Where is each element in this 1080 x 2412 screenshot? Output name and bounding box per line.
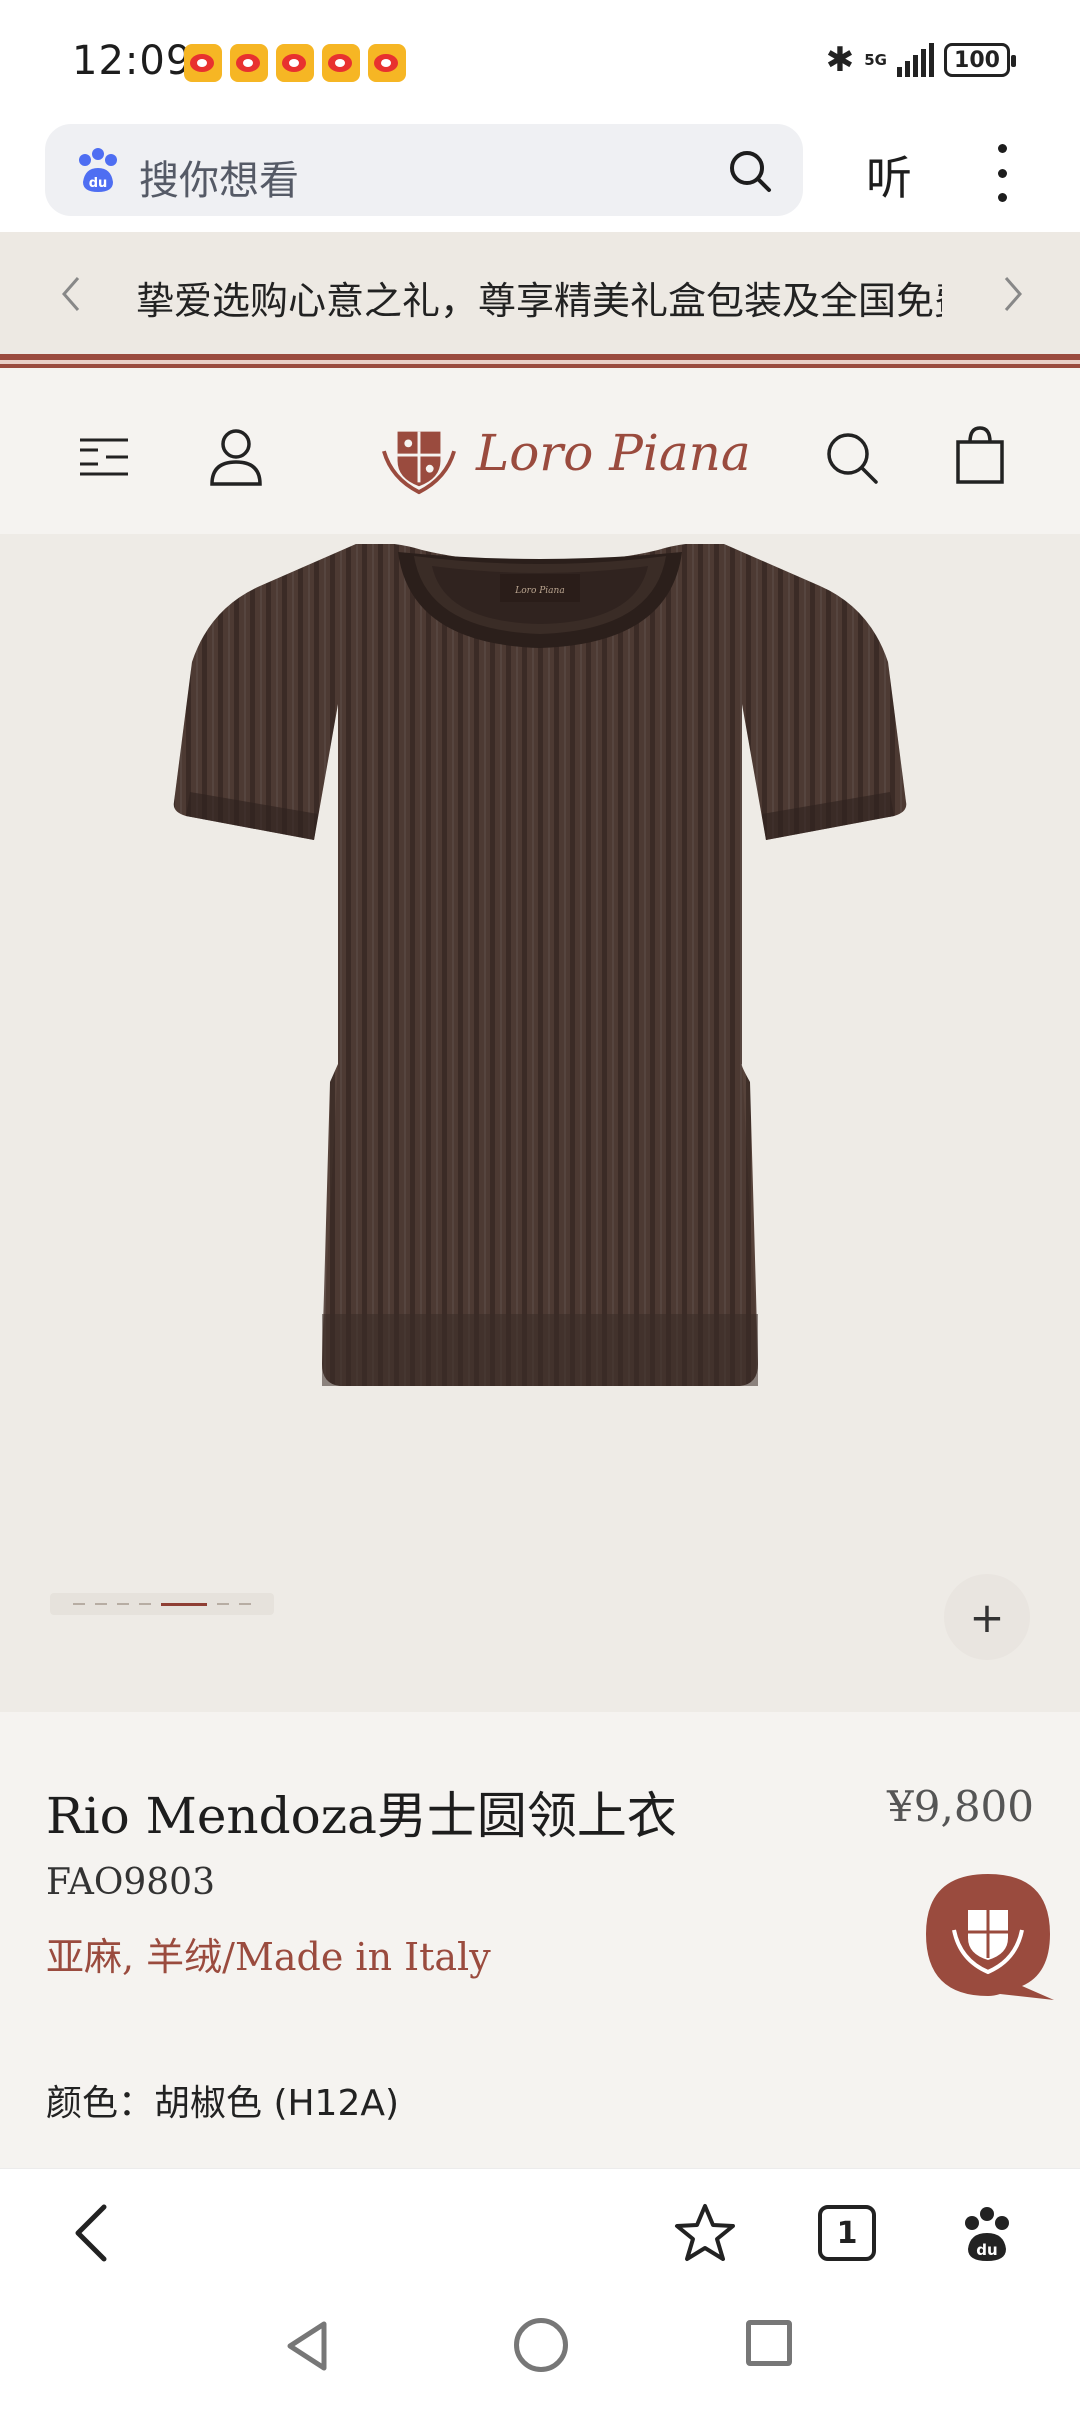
bag-icon[interactable]	[952, 424, 1008, 486]
product-color[interactable]: 颜色：胡椒色 (H12A)	[46, 2074, 399, 2126]
svg-text:du: du	[976, 2241, 997, 2259]
status-indicators: ✱ 5G 100	[825, 40, 1016, 80]
notification-icons	[184, 44, 406, 82]
signal-icon	[897, 43, 934, 77]
du-logo-icon: du	[79, 148, 117, 192]
zoom-button[interactable]: +	[944, 1574, 1030, 1660]
weibo-icon	[276, 44, 314, 82]
back-icon[interactable]	[70, 2203, 114, 2263]
svg-text:Loro Piana: Loro Piana	[514, 586, 564, 596]
browser-bottom-nav: 1 du	[0, 2168, 1080, 2292]
du-logo-icon[interactable]: du	[960, 2205, 1014, 2263]
back-icon[interactable]	[282, 2318, 332, 2374]
chat-icon[interactable]	[922, 1870, 1056, 2002]
announcement-text: 挚爱选购心意之礼，尊享精美礼盒包装及全国免费配送服务	[136, 279, 942, 323]
brand-logo[interactable]: Loro Piana	[380, 418, 751, 496]
recents-icon[interactable]	[746, 2320, 792, 2366]
brand-name: Loro Piana	[476, 424, 751, 482]
browser-toolbar: du 搜你想看 听	[0, 120, 1080, 232]
search-placeholder: 搜你想看	[139, 158, 299, 204]
search-icon[interactable]	[822, 428, 882, 488]
carousel-indicator[interactable]	[50, 1593, 274, 1615]
account-icon[interactable]	[208, 426, 264, 486]
decorative-stripe	[0, 368, 1080, 378]
site-header: Loro Piana	[0, 378, 1080, 534]
home-icon[interactable]	[514, 2318, 568, 2372]
announcement-banner: 挚爱选购心意之礼，尊享精美礼盒包装及全国免费配送服务	[0, 232, 1080, 354]
weibo-icon	[368, 44, 406, 82]
network-label: 5G	[864, 50, 887, 69]
more-icon[interactable]	[990, 144, 1014, 202]
status-time: 12:09	[72, 38, 193, 84]
product-title: Rio Mendoza男士圆领上衣	[46, 1787, 677, 1845]
weibo-icon	[230, 44, 268, 82]
weibo-icon	[184, 44, 222, 82]
product-photo: Loro Piana	[173, 544, 907, 1386]
chevron-right-icon[interactable]	[992, 272, 1032, 316]
listen-button[interactable]: 听	[866, 142, 912, 208]
bluetooth-icon: ✱	[825, 40, 855, 80]
product-material: 亚麻, 羊绒/Made in Italy	[46, 1935, 491, 1979]
chevron-left-icon[interactable]	[52, 272, 92, 316]
svg-text:du: du	[89, 176, 108, 191]
tabs-icon[interactable]: 1	[818, 2205, 876, 2261]
product-price: ¥9,800	[887, 1782, 1034, 1831]
search-input[interactable]: du 搜你想看	[45, 124, 803, 216]
product-image-carousel[interactable]: Loro Piana +	[0, 534, 1080, 1712]
system-nav-bar	[0, 2292, 1080, 2412]
weibo-icon	[322, 44, 360, 82]
status-bar: 12:09 ✱ 5G 100	[0, 0, 1080, 120]
product-code: FAO9803	[46, 1862, 215, 1903]
star-icon[interactable]	[674, 2203, 736, 2263]
battery-icon: 100	[944, 43, 1016, 77]
crest-icon	[382, 431, 456, 495]
menu-icon[interactable]	[78, 434, 130, 480]
search-icon[interactable]	[725, 146, 775, 196]
product-info: Rio Mendoza男士圆领上衣 ¥9,800 FAO9803 亚麻, 羊绒/…	[0, 1712, 1080, 2168]
